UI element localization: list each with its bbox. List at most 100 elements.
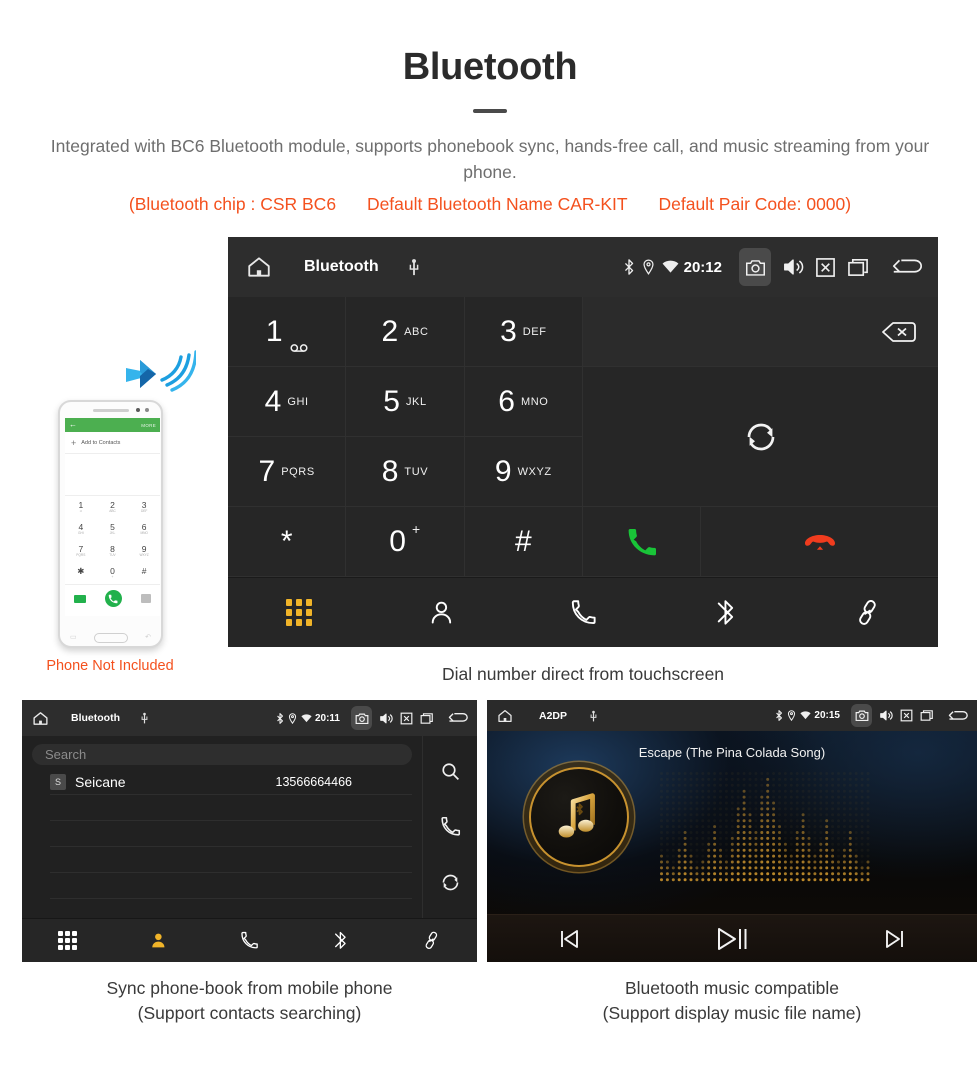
nav-item-call-log[interactable] — [204, 931, 295, 950]
nav-item-contacts[interactable] — [113, 931, 204, 950]
home-icon[interactable] — [246, 254, 272, 280]
sync-icon[interactable] — [440, 872, 461, 893]
phone-back-icon: ← — [69, 420, 77, 429]
dialpad-key-1[interactable]: 1 — [228, 297, 347, 367]
phone-key-sub: ∞ — [79, 509, 82, 514]
key-sub: WXYZ — [517, 465, 552, 478]
mute-icon[interactable] — [900, 709, 913, 722]
key-sub: DEF — [522, 325, 547, 338]
phone-key: 7 PQRS — [65, 540, 97, 562]
phone-key-digit: ✱ — [77, 565, 85, 576]
contact-row[interactable]: S Seicane 13566664466 — [50, 769, 412, 795]
dialpad-grid: 1 2 ABC 3 DEF 4 GHI 5 JKL 6 MNO 7 PQRS 8 TUV 9 WXYZ * 0 + # — [228, 297, 938, 577]
phone-key-sub: + — [111, 575, 114, 580]
recents-icon[interactable] — [420, 712, 434, 725]
dialpad-key-5[interactable]: 5 JKL — [346, 367, 465, 437]
camera-icon[interactable] — [351, 706, 372, 730]
back-icon[interactable] — [947, 709, 969, 723]
contact-row-empty — [50, 847, 412, 873]
nav-item-dialpad[interactable] — [228, 599, 370, 626]
phone-screen: ← MORE + Add to Contacts 1 ∞ 2 ABC 3 DEF 4 GHI 5… — [65, 418, 160, 616]
mute-icon[interactable] — [815, 257, 836, 278]
dialpad-key-2[interactable]: 2 ABC — [346, 297, 465, 367]
key-digit: 8 — [381, 454, 399, 488]
phone-key-digit: 6 — [141, 521, 147, 532]
dialpad-key-star[interactable]: * — [228, 507, 347, 577]
camera-icon[interactable] — [851, 704, 872, 727]
phonebook-caption-line1: Sync phone-book from mobile phone — [106, 978, 393, 998]
search-icon[interactable] — [440, 761, 461, 782]
nav-item-link[interactable] — [796, 599, 938, 626]
music-title: A2DP — [539, 709, 568, 722]
dialer-clock: 20:12 — [683, 258, 722, 276]
call-icon[interactable] — [440, 816, 461, 837]
mute-icon[interactable] — [400, 712, 413, 725]
number-display[interactable] — [583, 297, 938, 367]
dialpad-key-8[interactable]: 8 TUV — [346, 437, 465, 507]
key-sub: TUV — [404, 465, 429, 478]
dialpad-key-9[interactable]: 9 WXYZ — [464, 437, 583, 507]
phone-key-digit: 8 — [110, 543, 115, 554]
phone-sensor-icon — [136, 408, 140, 412]
phone-more-label: MORE — [141, 422, 156, 428]
link-icon — [858, 600, 876, 625]
dialer-caption: Dial number direct from touchscreen — [441, 664, 725, 684]
phone-key-sub: DEF — [140, 509, 148, 514]
home-icon[interactable] — [32, 710, 49, 727]
back-icon[interactable] — [890, 256, 924, 278]
nav-item-contacts[interactable] — [370, 599, 512, 626]
volume-icon[interactable] — [879, 709, 893, 722]
recents-icon[interactable] — [847, 257, 870, 278]
dialpad-key-6[interactable]: 6 MNO — [464, 367, 583, 437]
call-button[interactable] — [583, 507, 702, 577]
home-icon[interactable] — [497, 708, 513, 724]
dialpad-key-3[interactable]: 3 DEF — [464, 297, 583, 367]
usb-icon — [140, 712, 149, 724]
back-icon[interactable] — [447, 711, 469, 725]
nav-item-call-log[interactable] — [512, 599, 654, 626]
phone-key-digit: 7 — [78, 543, 84, 554]
phonebook-status-bar: Bluetooth 20:11 — [22, 700, 477, 736]
key-sub: PQRS — [281, 465, 315, 478]
nav-item-dialpad[interactable] — [22, 931, 113, 950]
contact-search-input[interactable]: Search — [32, 744, 412, 765]
bluetooth-icon — [276, 712, 284, 724]
nav-item-bluetooth[interactable] — [654, 599, 796, 626]
phone-back-soft-icon: ↶ — [145, 634, 151, 641]
recents-icon[interactable] — [920, 709, 934, 722]
plus-icon: + — [71, 437, 77, 448]
wifi-icon — [800, 711, 812, 720]
key-sub: ABC — [404, 325, 429, 338]
dialpad-key-4[interactable]: 4 GHI — [228, 367, 347, 437]
play-pause-button[interactable] — [650, 926, 813, 952]
volume-icon[interactable] — [782, 257, 804, 277]
spec-line: (Bluetooth chip : CSR BC6 Default Blueto… — [0, 194, 980, 215]
previous-track-button[interactable] — [487, 927, 650, 951]
music-stage: Escape (The Pina Colada Song) — [487, 731, 977, 914]
nav-item-bluetooth[interactable] — [295, 931, 386, 950]
bluetooth-feature-page: Bluetooth Integrated with BC6 Bluetooth … — [0, 0, 980, 1091]
dialpad-key-7[interactable]: 7 PQRS — [228, 437, 347, 507]
phone-key-sub: MNO — [140, 531, 148, 536]
dialer-status-bar: Bluetooth 20:12 — [228, 237, 938, 297]
music-clock: 20:15 — [814, 710, 840, 721]
transfer-audio-button[interactable] — [583, 367, 938, 507]
key-digit: 6 — [498, 384, 515, 418]
dialpad-key-0[interactable]: 0 + — [346, 507, 465, 577]
backspace-icon[interactable] — [880, 320, 918, 344]
phone-add-contact-label: Add to Contacts — [81, 439, 121, 446]
volume-icon[interactable] — [379, 712, 393, 725]
phone-key: 8 TUV — [97, 540, 129, 562]
phone-video-call-icon — [74, 594, 87, 603]
dialpad-key-hash[interactable]: # — [464, 507, 583, 577]
contact-row-empty — [50, 795, 412, 821]
phone-app-bar: ← MORE — [65, 418, 160, 432]
camera-icon[interactable] — [739, 248, 771, 286]
phone-key-sub: PQRS — [76, 553, 86, 558]
dialer-nav-bar — [228, 577, 938, 647]
hangup-button[interactable] — [701, 507, 938, 577]
album-art — [529, 767, 629, 867]
phonebook-list-area: Search S Seicane 13566664466 — [22, 736, 422, 918]
nav-item-link[interactable] — [386, 931, 477, 950]
next-track-button[interactable] — [814, 927, 977, 951]
